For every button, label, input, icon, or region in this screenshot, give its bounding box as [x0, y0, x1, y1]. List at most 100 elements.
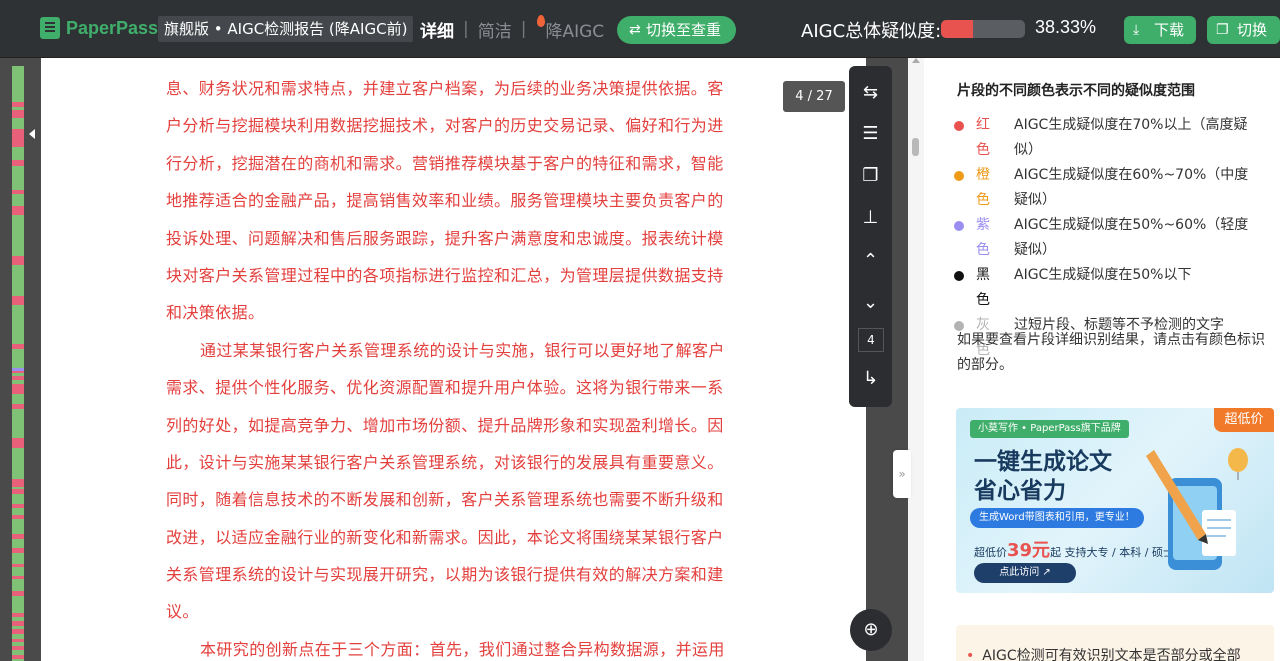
ad-price: 39元: [1007, 540, 1051, 561]
legend-desc: AIGC生成疑似度在60%~70%（中度疑似）: [1014, 167, 1249, 208]
minimap-high-segment[interactable]: [12, 646, 24, 650]
legend-name: 橙色: [976, 167, 990, 208]
ad-price-badge: 超低价: [1214, 408, 1274, 432]
ad-banner[interactable]: 小莫写作 • PaperPass旗下品牌 超低价 一键生成论文 省心省力 生成W…: [956, 408, 1274, 593]
notice-box: AIGC检测可有效识别文本是否部分或全部: [956, 625, 1274, 661]
minimap-high-segment[interactable]: [12, 534, 24, 539]
doc-line[interactable]: 行分析，挖掘潜在的商机和需求。营销推荐模块基于客户的特征和需求，智能: [166, 145, 746, 182]
tab-detail[interactable]: 详细: [420, 17, 454, 42]
legend-name: 紫色: [976, 217, 990, 258]
minimap-high-segment[interactable]: [12, 515, 24, 519]
minimap-high-segment[interactable]: [12, 629, 24, 634]
document-icon: [40, 17, 60, 39]
doc-line[interactable]: 此，设计与实施某某银行客户关系管理系统，对该银行的发展具有重要意义。: [166, 444, 746, 481]
doc-line[interactable]: 地推荐适合的金融产品，提高销售效率和业绩。服务管理模块主要负责客户的: [166, 182, 746, 219]
ad-visit-label: 点此访问: [999, 567, 1040, 578]
doc-line[interactable]: 块对客户关系管理过程中的各项指标进行监控和汇总，为管理层提供数据支持: [166, 257, 746, 294]
minimap-high-segment[interactable]: [12, 479, 24, 487]
doc-line[interactable]: 同时，随着信息技术的不断发展和创新，客户关系管理系统也需要不断升级和: [166, 481, 746, 518]
legend-desc: AIGC生成疑似度在50%以下: [1014, 267, 1192, 283]
ad-illustration: [1146, 448, 1248, 570]
doc-line[interactable]: 通过某某银行客户关系管理系统的设计与实施，银行可以更好地了解客户: [166, 332, 746, 369]
switch-to-plagiarism-button[interactable]: ⇄ 切换至查重: [617, 16, 736, 44]
minimap-high-segment[interactable]: [12, 591, 24, 596]
download-icon: ⤓: [1133, 22, 1140, 38]
legend-dot: [954, 271, 964, 281]
doc-line[interactable]: 和决策依据。: [166, 294, 746, 331]
tab-simple[interactable]: 简洁: [478, 17, 512, 42]
legend-item: 黑色 AIGC生成疑似度在50%以下: [954, 263, 1274, 313]
chevron-down-icon[interactable]: ⌄: [849, 288, 892, 318]
chevron-up-icon[interactable]: ⌃: [849, 246, 892, 276]
logo-text: PaperPass: [66, 17, 159, 38]
download-label: 下载: [1154, 21, 1185, 39]
switch-label: 切换: [1237, 21, 1268, 39]
doc-line[interactable]: 改进，以适应金融行业的新变化和新需求。因此，本论文将围绕某某银行客户: [166, 519, 746, 556]
minimap-high-segment[interactable]: [12, 438, 24, 448]
minimap-high-segment[interactable]: [12, 384, 24, 394]
collapse-panel-handle[interactable]: »: [893, 450, 911, 498]
doc-line[interactable]: 户分析与挖掘模块利用数据挖掘技术，对客户的历史交易记录、偏好和行为进: [166, 107, 746, 144]
legend-item: 红色 AIGC生成疑似度在70%以上（高度疑似）: [954, 113, 1274, 163]
minimap-high-segment[interactable]: [12, 256, 24, 265]
tab-separator: |: [520, 19, 527, 39]
ad-brand-tag: 小莫写作 • PaperPass旗下品牌: [970, 420, 1129, 438]
doc-line[interactable]: 议。: [166, 593, 746, 630]
minimap-high-segment[interactable]: [12, 404, 24, 409]
swap-view-icon[interactable]: ⇆: [849, 78, 892, 108]
minimap-high-segment[interactable]: [12, 576, 24, 579]
minimap-high-segment[interactable]: [12, 613, 24, 617]
minimap-high-segment[interactable]: [12, 344, 24, 349]
minimap-low-segment[interactable]: [12, 368, 24, 371]
overall-score-percent: 38.33%: [1035, 17, 1097, 37]
minimap-high-segment[interactable]: [12, 296, 24, 305]
minimap-high-segment[interactable]: [12, 376, 24, 380]
hint-text: 如果要查看片段详细识别结果，请点击有颜色标识的部分。: [957, 332, 1265, 373]
doc-line[interactable]: 关系管理系统的设计与实现展开研究，以期为该银行提供有效的解决方案和建: [166, 556, 746, 593]
top-bar: PaperPass 旗舰版 • AIGC检测报告 (降AIGC前) 详细 | 简…: [0, 0, 1280, 58]
minimap-high-segment[interactable]: [12, 489, 24, 494]
minimap-high-segment[interactable]: [12, 160, 24, 166]
doc-line[interactable]: 息、财务状况和需求特点，并建立客户档案，为后续的业务决策提供依据。客: [166, 70, 746, 107]
doc-line[interactable]: 本研究的创新点在于三个方面：首先，我们通过整合异构数据源，并运用: [166, 631, 746, 661]
download-button[interactable]: ⤓ 下载: [1124, 16, 1196, 44]
legend-item: 橙色 AIGC生成疑似度在60%~70%（中度疑似）: [954, 163, 1274, 213]
minimap-high-segment[interactable]: [12, 102, 24, 107]
scroll-up-arrow-icon[interactable]: [912, 58, 920, 63]
doc-line[interactable]: 投诉处理、问题解决和售后服务跟踪，提升客户满意度和忠诚度。报表统计模: [166, 220, 746, 257]
minimap-high-segment[interactable]: [12, 504, 24, 508]
minimap-high-segment[interactable]: [12, 206, 24, 215]
doc-line[interactable]: 列的好处，如提高竞争力、增加市场份额、提升品牌形象和实现盈利增长。因: [166, 407, 746, 444]
tool-strip: ⇆ ☰ ❐ ⊥ ⌃ ⌄ 4 ↳: [849, 66, 892, 407]
list-icon[interactable]: ☰: [849, 119, 892, 149]
legend-name: 黑色: [976, 267, 990, 308]
minimap-high-segment[interactable]: [12, 655, 24, 659]
minimap-high-segment[interactable]: [12, 190, 24, 194]
similarity-minimap[interactable]: [12, 66, 24, 661]
legend-dot: [954, 221, 964, 231]
swap-icon: ⇄: [629, 22, 641, 38]
switch-to-plagiarism-label: 切换至查重: [645, 21, 721, 39]
legend-dot: [954, 121, 964, 131]
scrollbar-thumb[interactable]: [912, 138, 919, 156]
minimap-high-segment[interactable]: [12, 564, 24, 567]
minimap-high-segment[interactable]: [12, 110, 24, 118]
go-to-page-icon[interactable]: ↳: [849, 364, 892, 394]
copy-pages-icon[interactable]: ❐: [849, 161, 892, 191]
minimap-high-segment[interactable]: [12, 129, 24, 147]
overall-score-meter: [941, 20, 1025, 38]
ad-subheadline: 省心省力: [974, 478, 1066, 504]
switch-button[interactable]: ❐ 切换: [1207, 16, 1280, 44]
legend-list: 红色 AIGC生成疑似度在70%以上（高度疑似） 橙色 AIGC生成疑似度在60…: [954, 113, 1274, 363]
view-tabs: 详细 | 简洁 | 降AIGC: [420, 14, 604, 42]
tab-reduce-aigc[interactable]: 降AIGC: [535, 14, 604, 42]
doc-line[interactable]: 需求、提供个性化服务、优化资源配置和提升用户体验。这将为银行带来一系: [166, 369, 746, 406]
minimap-high-segment[interactable]: [12, 621, 24, 626]
align-icon[interactable]: ⊥: [849, 203, 892, 233]
zoom-in-icon[interactable]: ⊕: [850, 609, 892, 651]
minimap-high-segment[interactable]: [12, 639, 24, 642]
tab-separator: |: [463, 19, 469, 39]
ad-visit-button[interactable]: 点此访问 ↗: [974, 563, 1076, 583]
current-page-input[interactable]: 4: [858, 328, 884, 352]
minimap-high-segment[interactable]: [12, 548, 24, 553]
